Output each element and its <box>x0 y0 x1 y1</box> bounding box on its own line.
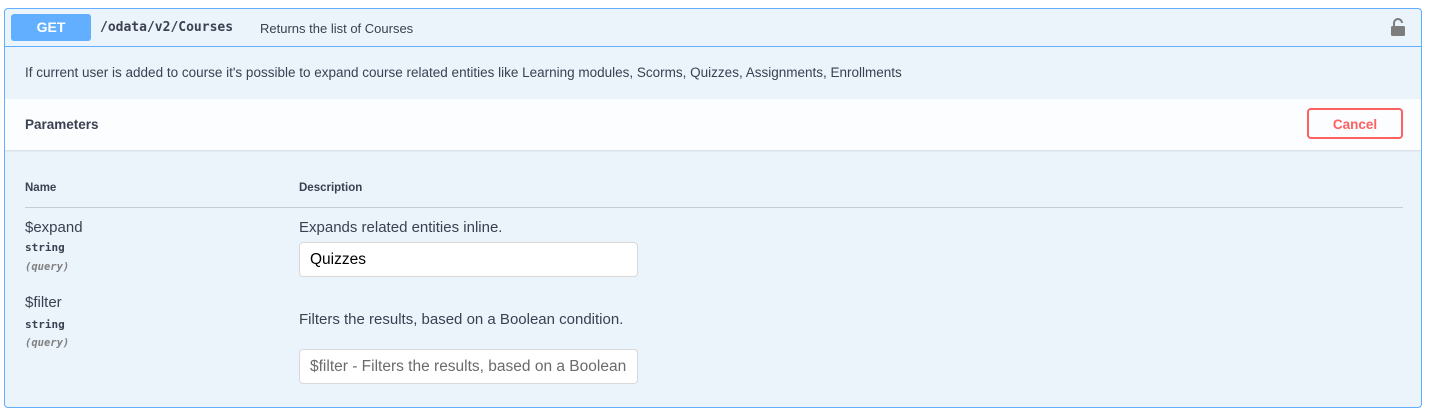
expand-input[interactable] <box>299 242 638 277</box>
operation-summary-text: Returns the list of Courses <box>260 21 414 36</box>
header-divider <box>25 207 1403 208</box>
parameter-type: string <box>25 318 65 331</box>
parameter-description: Filters the results, based on a Boolean … <box>299 311 624 328</box>
method-badge: GET <box>11 14 91 41</box>
operation-summary[interactable]: GET /odata/v2/Courses Returns the list o… <box>5 9 1421 47</box>
parameter-location: (query) <box>25 337 70 349</box>
column-header-description: Description <box>299 182 363 194</box>
operation-description: If current user is added to course it's … <box>25 65 902 80</box>
parameter-name: $filter <box>25 294 62 311</box>
parameter-name: $expand <box>25 219 83 236</box>
cancel-button[interactable]: Cancel <box>1307 108 1403 139</box>
parameters-title: Parameters <box>25 117 99 132</box>
operation-block: GET /odata/v2/Courses Returns the list o… <box>4 8 1422 408</box>
parameter-location: (query) <box>25 261 70 273</box>
filter-input[interactable] <box>299 349 638 384</box>
parameter-description: Expands related entities inline. <box>299 219 503 236</box>
parameters-header: Parameters Cancel <box>5 99 1421 150</box>
column-header-name: Name <box>25 182 57 194</box>
parameter-type: string <box>25 241 65 254</box>
operation-path: /odata/v2/Courses <box>100 20 234 35</box>
lock-icon[interactable] <box>1390 17 1406 37</box>
